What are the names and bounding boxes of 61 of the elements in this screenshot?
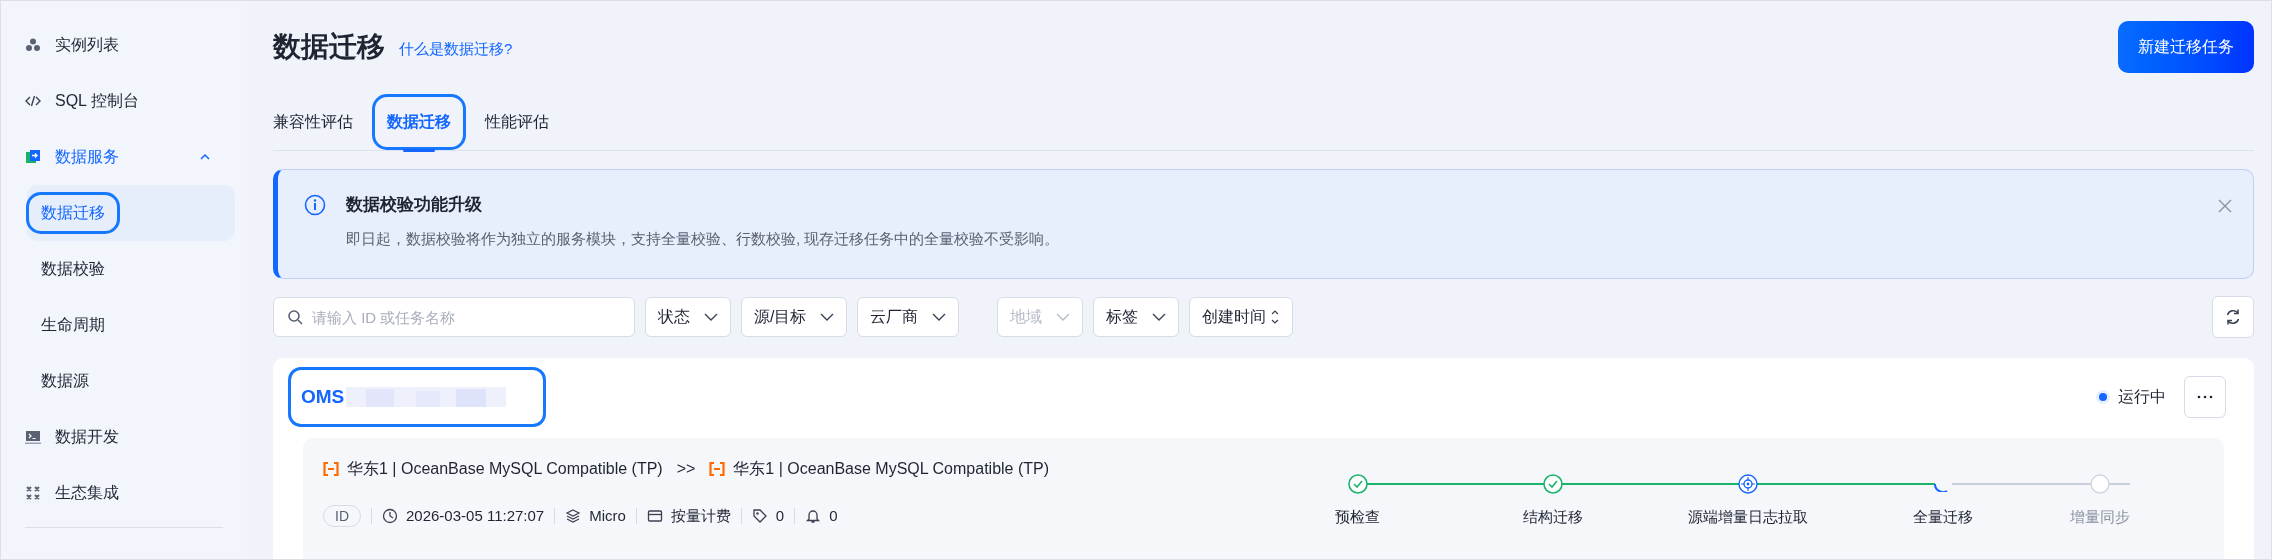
source-endpoint: 华东1 | OceanBase MySQL Compatible (TP) bbox=[347, 459, 663, 479]
grid-icon bbox=[25, 485, 41, 501]
filter-dropdown[interactable]: 源/目标 bbox=[741, 297, 848, 337]
sidebar-item[interactable]: 生态集成 bbox=[13, 465, 235, 521]
cluster-icon bbox=[25, 37, 41, 53]
chevron-down-icon bbox=[1056, 312, 1071, 322]
tag-icon bbox=[751, 508, 768, 524]
cloud-logo-icon bbox=[709, 461, 726, 477]
status-label: 运行中 bbox=[2118, 387, 2166, 407]
chevron-down-icon bbox=[932, 312, 947, 322]
sidebar-item[interactable]: SQL 控制台 bbox=[13, 73, 235, 129]
target-endpoint: 华东1 | OceanBase MySQL Compatible (TP) bbox=[733, 459, 1050, 479]
new-task-button[interactable]: 新建迁移任务 bbox=[2118, 21, 2254, 73]
chevron-down-icon bbox=[820, 312, 835, 322]
close-icon[interactable] bbox=[2217, 198, 2233, 214]
tag-count: 0 bbox=[775, 505, 785, 526]
filter-dropdown[interactable]: 状态 bbox=[645, 297, 731, 337]
spec-label: Micro bbox=[589, 505, 626, 526]
terminal-icon bbox=[25, 429, 41, 445]
sidebar-item[interactable]: 生命周期 bbox=[29, 307, 117, 343]
task-name-link[interactable]: OMS bbox=[301, 382, 345, 412]
alert-count: 0 bbox=[829, 505, 838, 526]
step-label: 全量迁移 bbox=[1912, 507, 1973, 527]
refresh-button[interactable] bbox=[2212, 296, 2254, 338]
sidebar-item[interactable]: 数据服务 bbox=[13, 129, 235, 185]
chevron-down-icon bbox=[704, 312, 718, 322]
card-icon bbox=[646, 508, 663, 524]
refresh-icon bbox=[2224, 308, 2242, 326]
search-field[interactable]: 请输入 ID 或任务名称 bbox=[273, 297, 635, 337]
transfer-icon bbox=[25, 149, 41, 165]
sidebar-item[interactable]: 数据开发 bbox=[13, 409, 235, 465]
bell-icon bbox=[805, 508, 822, 524]
alert-title: 数据校验功能升级 bbox=[346, 194, 483, 216]
alert-message: 即日起，数据校验将作为独立的服务模块，支持全量校验、行数校验, 现存迁移任务中的全量校验不受影响。 bbox=[346, 228, 1060, 249]
more-icon bbox=[2197, 395, 2213, 399]
billing-label: 按量计费 bbox=[670, 505, 731, 526]
sort-icon bbox=[1270, 309, 1281, 325]
filter-dropdown[interactable]: 标签 bbox=[1093, 297, 1180, 337]
step-label: 结构迁移 bbox=[1522, 507, 1583, 527]
step-label: 源端增量日志拉取 bbox=[1687, 507, 1808, 527]
filter-dropdown[interactable]: 云厂商 bbox=[857, 297, 960, 337]
cloud-logo-icon bbox=[323, 461, 339, 477]
endpoint-separator: >> bbox=[676, 459, 696, 479]
chevron-down-icon bbox=[1152, 312, 1167, 322]
info-icon bbox=[304, 194, 326, 216]
layers-icon bbox=[565, 508, 582, 524]
sidebar-item[interactable]: 数据校验 bbox=[29, 251, 117, 287]
page-title: 数据迁移 bbox=[273, 30, 385, 64]
tab[interactable]: 性能评估 bbox=[473, 96, 561, 147]
tab[interactable]: 兼容性评估 bbox=[273, 96, 365, 147]
sidebar-item[interactable]: 实例列表 bbox=[13, 17, 235, 73]
clock-icon bbox=[382, 508, 398, 524]
step-label: 预检查 bbox=[1335, 507, 1380, 527]
help-link[interactable]: 什么是数据迁移? bbox=[399, 37, 513, 61]
created-time: 2026-03-05 11:27:07 bbox=[406, 505, 545, 526]
sort-button[interactable]: 创建时间 bbox=[1189, 297, 1294, 337]
step-label: 增量同步 bbox=[2070, 507, 2130, 527]
code-icon bbox=[25, 93, 41, 109]
more-button[interactable] bbox=[2184, 376, 2226, 418]
sidebar-item[interactable]: 数据源 bbox=[29, 363, 101, 399]
tab[interactable]: 数据迁移 bbox=[375, 96, 463, 147]
